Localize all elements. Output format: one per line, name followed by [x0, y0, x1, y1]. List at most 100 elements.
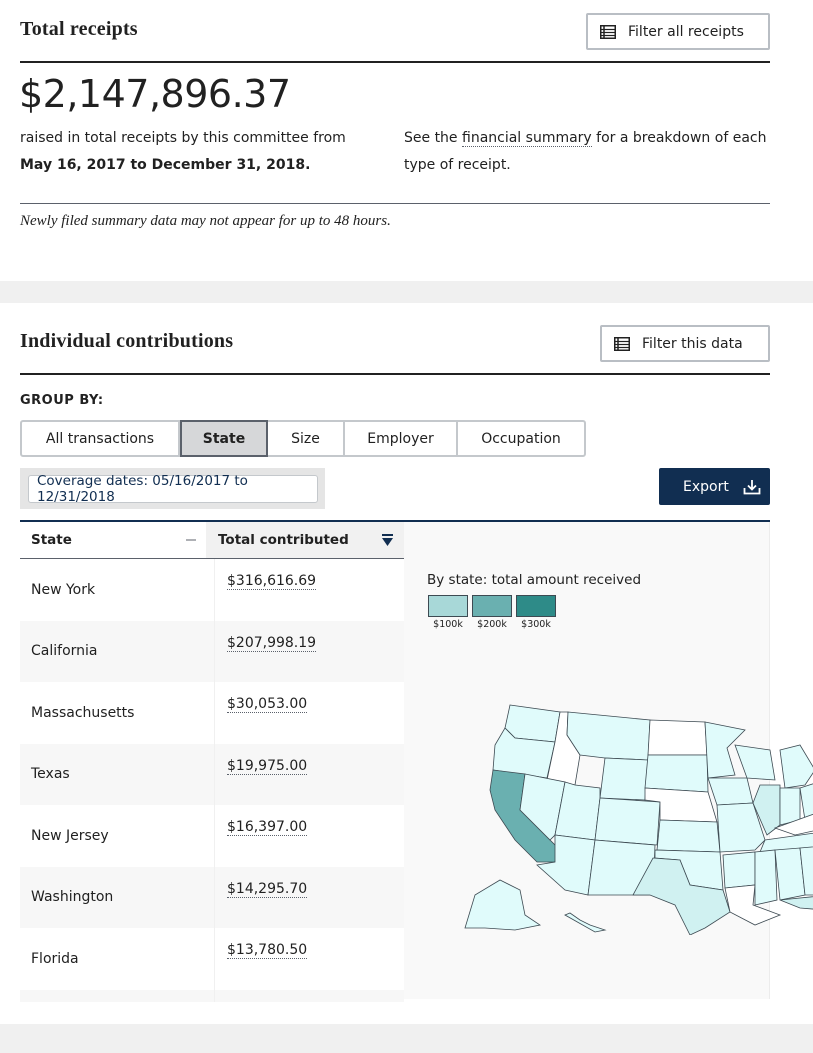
- map-title: By state: total amount received: [427, 572, 642, 588]
- financial-summary-link[interactable]: financial summary: [462, 130, 592, 147]
- heading-rule: [20, 373, 770, 375]
- state-in[interactable]: [779, 787, 801, 826]
- state-mt[interactable]: [566, 711, 651, 761]
- total-amount-link[interactable]: $316,616.69: [227, 573, 317, 590]
- contributions-table: State Total contributed New York $316,616…: [20, 522, 404, 1002]
- column-header-state[interactable]: State: [20, 522, 206, 558]
- total-receipts-amount: $2,147,896.37: [19, 72, 291, 116]
- total-amount-link[interactable]: $207,998.19: [227, 634, 317, 652]
- state-wy[interactable]: [599, 757, 649, 801]
- total-amount-link[interactable]: $30,053.00: [227, 696, 308, 713]
- divider: [20, 203, 770, 204]
- receipts-description: raised in total receipts by this committ…: [20, 125, 380, 179]
- total-amount-link[interactable]: $16,397.00: [227, 819, 308, 836]
- state-sd[interactable]: [644, 754, 709, 793]
- total-amount-link[interactable]: $14,295.70: [227, 880, 308, 898]
- state-co[interactable]: [594, 797, 661, 846]
- heading-rule: [20, 61, 770, 63]
- state-oh[interactable]: [799, 780, 813, 821]
- total-cell: $207,998.19: [215, 621, 404, 683]
- total-cell: $16,397.00: [215, 805, 404, 867]
- table-row: Washington $14,295.70: [20, 866, 404, 929]
- us-state-map: [464, 704, 813, 935]
- state-cell: Texas: [20, 743, 215, 805]
- total-cell: $14,295.70: [215, 867, 404, 929]
- table-body: New York $316,616.69 California $207,998.19…: [20, 559, 404, 1002]
- table-row: New Jersey $16,397.00: [20, 805, 404, 867]
- see-text: See the: [404, 130, 462, 146]
- legend-swatch: [428, 595, 468, 617]
- state-ar[interactable]: [722, 851, 756, 889]
- receipts-description-text: raised in total receipts by this committ…: [20, 130, 346, 146]
- export-button[interactable]: Export: [659, 468, 770, 505]
- legend-item: $100k: [428, 595, 468, 630]
- table-row: California $207,998.19: [20, 620, 404, 683]
- state-ak[interactable]: [464, 879, 542, 931]
- group-by-state[interactable]: State: [180, 420, 268, 457]
- table-row: Massachusetts $30,053.00: [20, 682, 404, 744]
- state-cell: Washington: [20, 866, 215, 928]
- individual-contributions-heading: Individual contributions: [20, 330, 234, 352]
- total-cell: [215, 990, 404, 1002]
- filter-all-receipts-button[interactable]: Filter all receipts: [586, 13, 770, 50]
- section-separator: [0, 281, 813, 303]
- legend-swatch: [472, 595, 512, 617]
- legend-label: $100k: [433, 619, 463, 630]
- total-cell: $316,616.69: [215, 559, 404, 621]
- table-row: Texas $19,975.00: [20, 743, 404, 806]
- total-amount-link[interactable]: $13,780.50: [227, 942, 308, 959]
- state-ia[interactable]: [707, 777, 754, 806]
- group-by-all-transactions[interactable]: All transactions: [22, 422, 180, 455]
- map-legend: $100k $200k $300k: [428, 595, 560, 630]
- filter-this-data-button[interactable]: Filter this data: [600, 325, 770, 362]
- column-total-label: Total contributed: [218, 532, 349, 548]
- state-wi[interactable]: [734, 744, 776, 781]
- table-row: Florida $13,780.50: [20, 928, 404, 990]
- state-hi[interactable]: [564, 912, 607, 933]
- state-cell: New Jersey: [20, 805, 215, 867]
- state-mi[interactable]: [779, 744, 813, 789]
- state-cell: California: [20, 620, 215, 682]
- section-separator-bottom: [0, 1024, 813, 1053]
- state-cell: New York: [20, 559, 215, 621]
- group-by-toggle: All transactions State Size Employer Occ…: [20, 420, 586, 457]
- state-cell: Massachusetts: [20, 682, 215, 744]
- total-cell: $13,780.50: [215, 928, 404, 990]
- table-header: State Total contributed: [20, 522, 404, 559]
- group-by-occupation[interactable]: Occupation: [458, 422, 584, 455]
- state-fl[interactable]: [779, 895, 813, 935]
- legend-swatch: [516, 595, 556, 617]
- group-by-size[interactable]: Size: [268, 422, 345, 455]
- total-cell: $30,053.00: [215, 682, 404, 744]
- legend-label: $200k: [477, 619, 507, 630]
- state-ms[interactable]: [754, 849, 778, 906]
- column-header-total[interactable]: Total contributed: [206, 522, 404, 558]
- financial-summary-note: See the financial summary for a breakdow…: [404, 125, 774, 179]
- table-icon: [600, 24, 616, 39]
- state-nd[interactable]: [647, 719, 708, 756]
- legend-label: $300k: [521, 619, 551, 630]
- receipts-date-range: May 16, 2017 to December 31, 2018.: [20, 157, 311, 173]
- coverage-dates-tag: Coverage dates: 05/16/2017 to 12/31/2018: [28, 473, 318, 505]
- state-ks[interactable]: [656, 819, 721, 853]
- sort-descending-icon: [382, 534, 393, 546]
- legend-item: $200k: [472, 595, 512, 630]
- filter-this-data-label: Filter this data: [642, 335, 743, 352]
- total-receipts-section: Total receipts Filter all receipts $2,14…: [0, 0, 813, 281]
- download-icon: [743, 479, 761, 494]
- table-row: New York $316,616.69: [20, 559, 404, 621]
- total-amount-link[interactable]: $19,975.00: [227, 757, 308, 775]
- state-cell: Florida: [20, 928, 215, 990]
- export-label: Export: [683, 478, 729, 495]
- group-by-employer[interactable]: Employer: [345, 422, 458, 455]
- total-cell: $19,975.00: [215, 744, 404, 806]
- table-icon: [614, 336, 630, 351]
- coverage-dates-wrapper: Coverage dates: 05/16/2017 to 12/31/2018: [20, 468, 325, 509]
- table-row-partial: [20, 989, 404, 1002]
- column-state-label: State: [31, 532, 72, 548]
- summary-delay-note: Newly filed summary data may not appear …: [20, 213, 391, 229]
- group-by-label: GROUP BY:: [20, 393, 104, 408]
- state-cell: [20, 989, 215, 1002]
- total-receipts-heading: Total receipts: [20, 18, 138, 40]
- legend-item: $300k: [516, 595, 556, 630]
